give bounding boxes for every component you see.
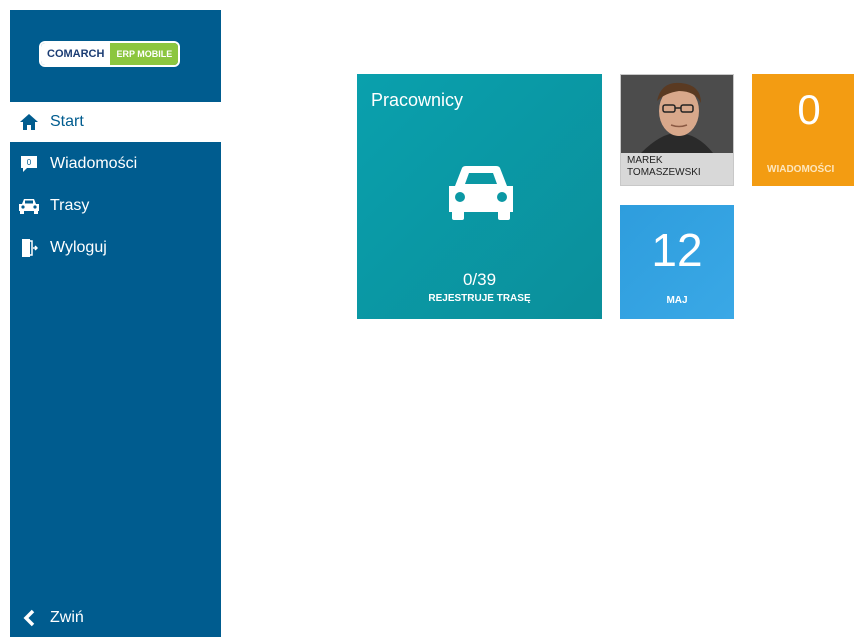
- messages-count: 0: [797, 86, 821, 133]
- sidebar-item-label: Wiadomości: [50, 155, 138, 172]
- user-profile-tile[interactable]: MAREK TOMASZEWSKI: [620, 74, 734, 186]
- message-icon: 0: [18, 153, 40, 175]
- brand-name-right: ERP MOBILE: [110, 43, 179, 65]
- avatar: [621, 75, 733, 153]
- collapse-button[interactable]: Zwiń: [18, 607, 84, 629]
- message-badge: 0: [27, 158, 32, 167]
- chevron-left-icon: [18, 607, 40, 629]
- person-name: MAREK TOMASZEWSKI: [627, 155, 701, 178]
- home-icon: [18, 111, 40, 133]
- sidebar-item-label: Wyloguj: [50, 239, 107, 256]
- date-month: MAJ: [666, 295, 688, 306]
- messages-caption: WIADOMOŚCI: [767, 164, 835, 175]
- date-tile[interactable]: 12 MAJ: [620, 205, 734, 319]
- car-icon: [443, 164, 519, 227]
- sidebar: COMARCH ERP MOBILE Start 0 Wiadomości Tr…: [10, 10, 221, 637]
- sidebar-item-label: Start: [50, 113, 84, 130]
- tile-caption: REJESTRUJE TRASĘ: [428, 293, 531, 304]
- car-icon: [18, 195, 40, 217]
- sidebar-item-label: Trasy: [50, 197, 90, 214]
- brand-logo: COMARCH ERP MOBILE: [41, 43, 179, 65]
- date-day: 12: [651, 224, 703, 276]
- logo-area: COMARCH ERP MOBILE: [10, 10, 221, 100]
- sidebar-item-logout[interactable]: Wyloguj: [10, 228, 221, 268]
- tile-title: Pracownicy: [371, 90, 464, 110]
- messages-tile[interactable]: 0 WIADOMOŚCI: [752, 74, 854, 186]
- brand-name-left: COMARCH: [41, 43, 111, 65]
- collapse-label: Zwiń: [50, 609, 84, 626]
- sidebar-item-messages[interactable]: 0 Wiadomości: [10, 144, 221, 184]
- sidebar-item-start[interactable]: Start: [10, 102, 221, 142]
- employees-tile[interactable]: Pracownicy 0/39 REJESTRUJE TRASĘ: [357, 74, 602, 319]
- sidebar-item-routes[interactable]: Trasy: [10, 186, 221, 226]
- tile-count: 0/39: [462, 270, 497, 289]
- sidebar-nav: Start 0 Wiadomości Trasy Wyloguj: [10, 102, 221, 270]
- logout-icon: [18, 237, 40, 259]
